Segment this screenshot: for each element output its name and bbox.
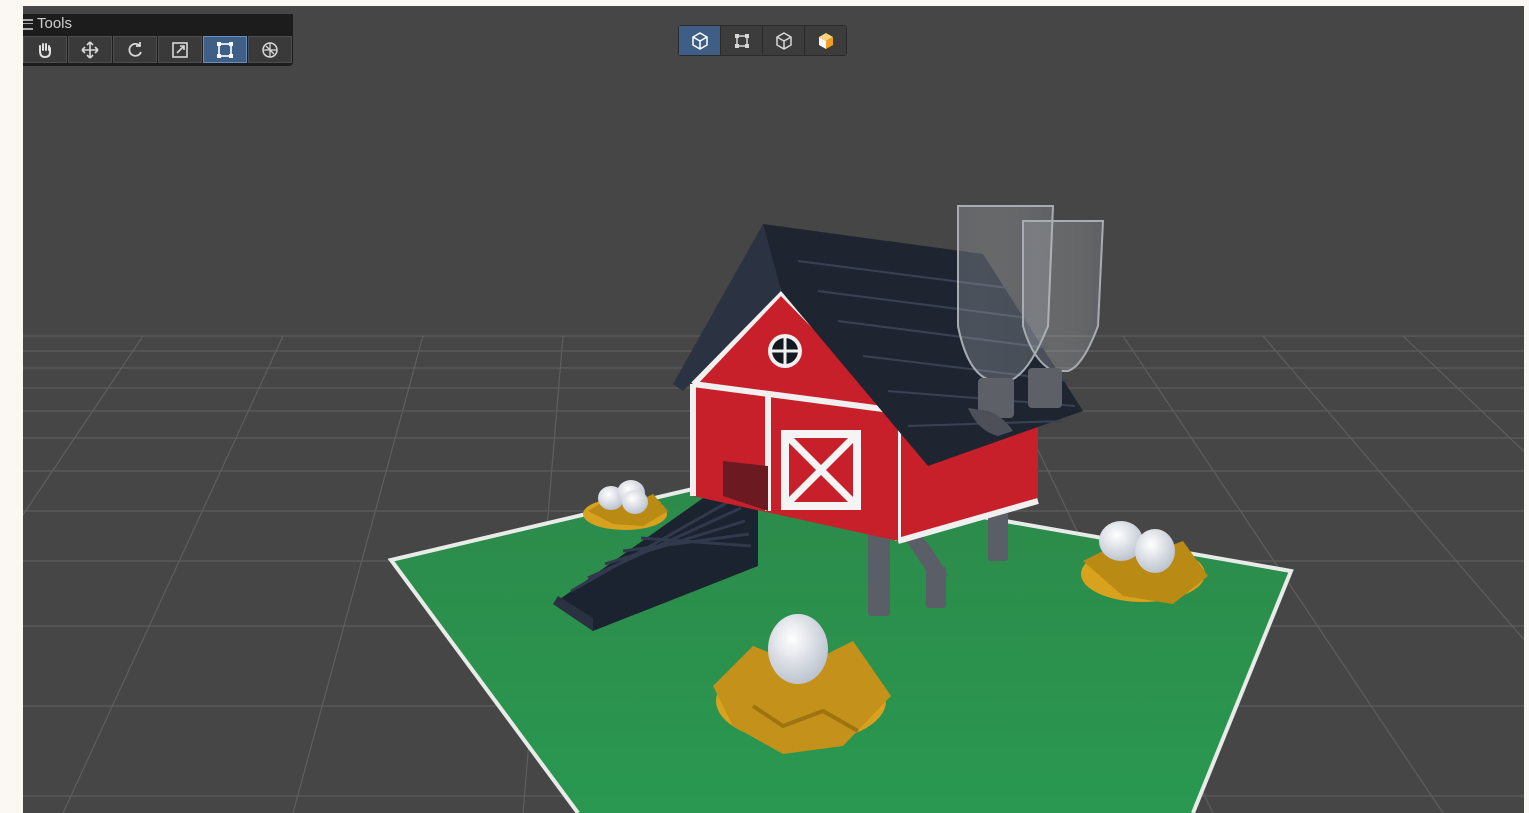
rotate-tool-button[interactable]: [113, 36, 157, 63]
tool-button-row: [23, 36, 292, 63]
move-tool-button[interactable]: [68, 36, 112, 63]
rect-transform-icon: [217, 41, 233, 58]
shaded-cube-button[interactable]: [763, 26, 804, 55]
scale-tool-button[interactable]: [158, 36, 202, 63]
transform-gizmo-icon: [262, 41, 278, 58]
glass-feeders: [957, 205, 1105, 436]
rect-select-button[interactable]: [721, 26, 762, 55]
tools-panel-header[interactable]: Tools: [23, 15, 72, 33]
transform-tool-button[interactable]: [248, 36, 292, 63]
wireframe-cube-button[interactable]: [679, 26, 720, 55]
hand-icon: [39, 42, 51, 58]
scale-icon: [172, 41, 188, 58]
rect-frame-icon: [734, 33, 749, 48]
tools-overlay-panel: Tools: [23, 14, 293, 66]
rotate-icon: [128, 41, 142, 57]
cube-outline-icon: [691, 31, 708, 50]
scene-viewport[interactable]: Tools: [23, 6, 1524, 813]
move-arrows-icon: [81, 40, 99, 59]
cube-orange-icon: [818, 32, 833, 49]
scene-render[interactable]: [23, 6, 1524, 813]
nest-left: [583, 480, 668, 530]
tools-panel-title: Tools: [37, 15, 73, 32]
hand-tool-button[interactable]: [23, 36, 67, 63]
cube-outline-icon: [775, 31, 792, 50]
rect-tool-button[interactable]: [203, 36, 247, 63]
lit-cube-button[interactable]: [805, 26, 846, 55]
view-mode-toolbar: [678, 25, 847, 56]
nest-right: [1081, 521, 1208, 604]
drag-handle-icon[interactable]: [23, 18, 33, 30]
